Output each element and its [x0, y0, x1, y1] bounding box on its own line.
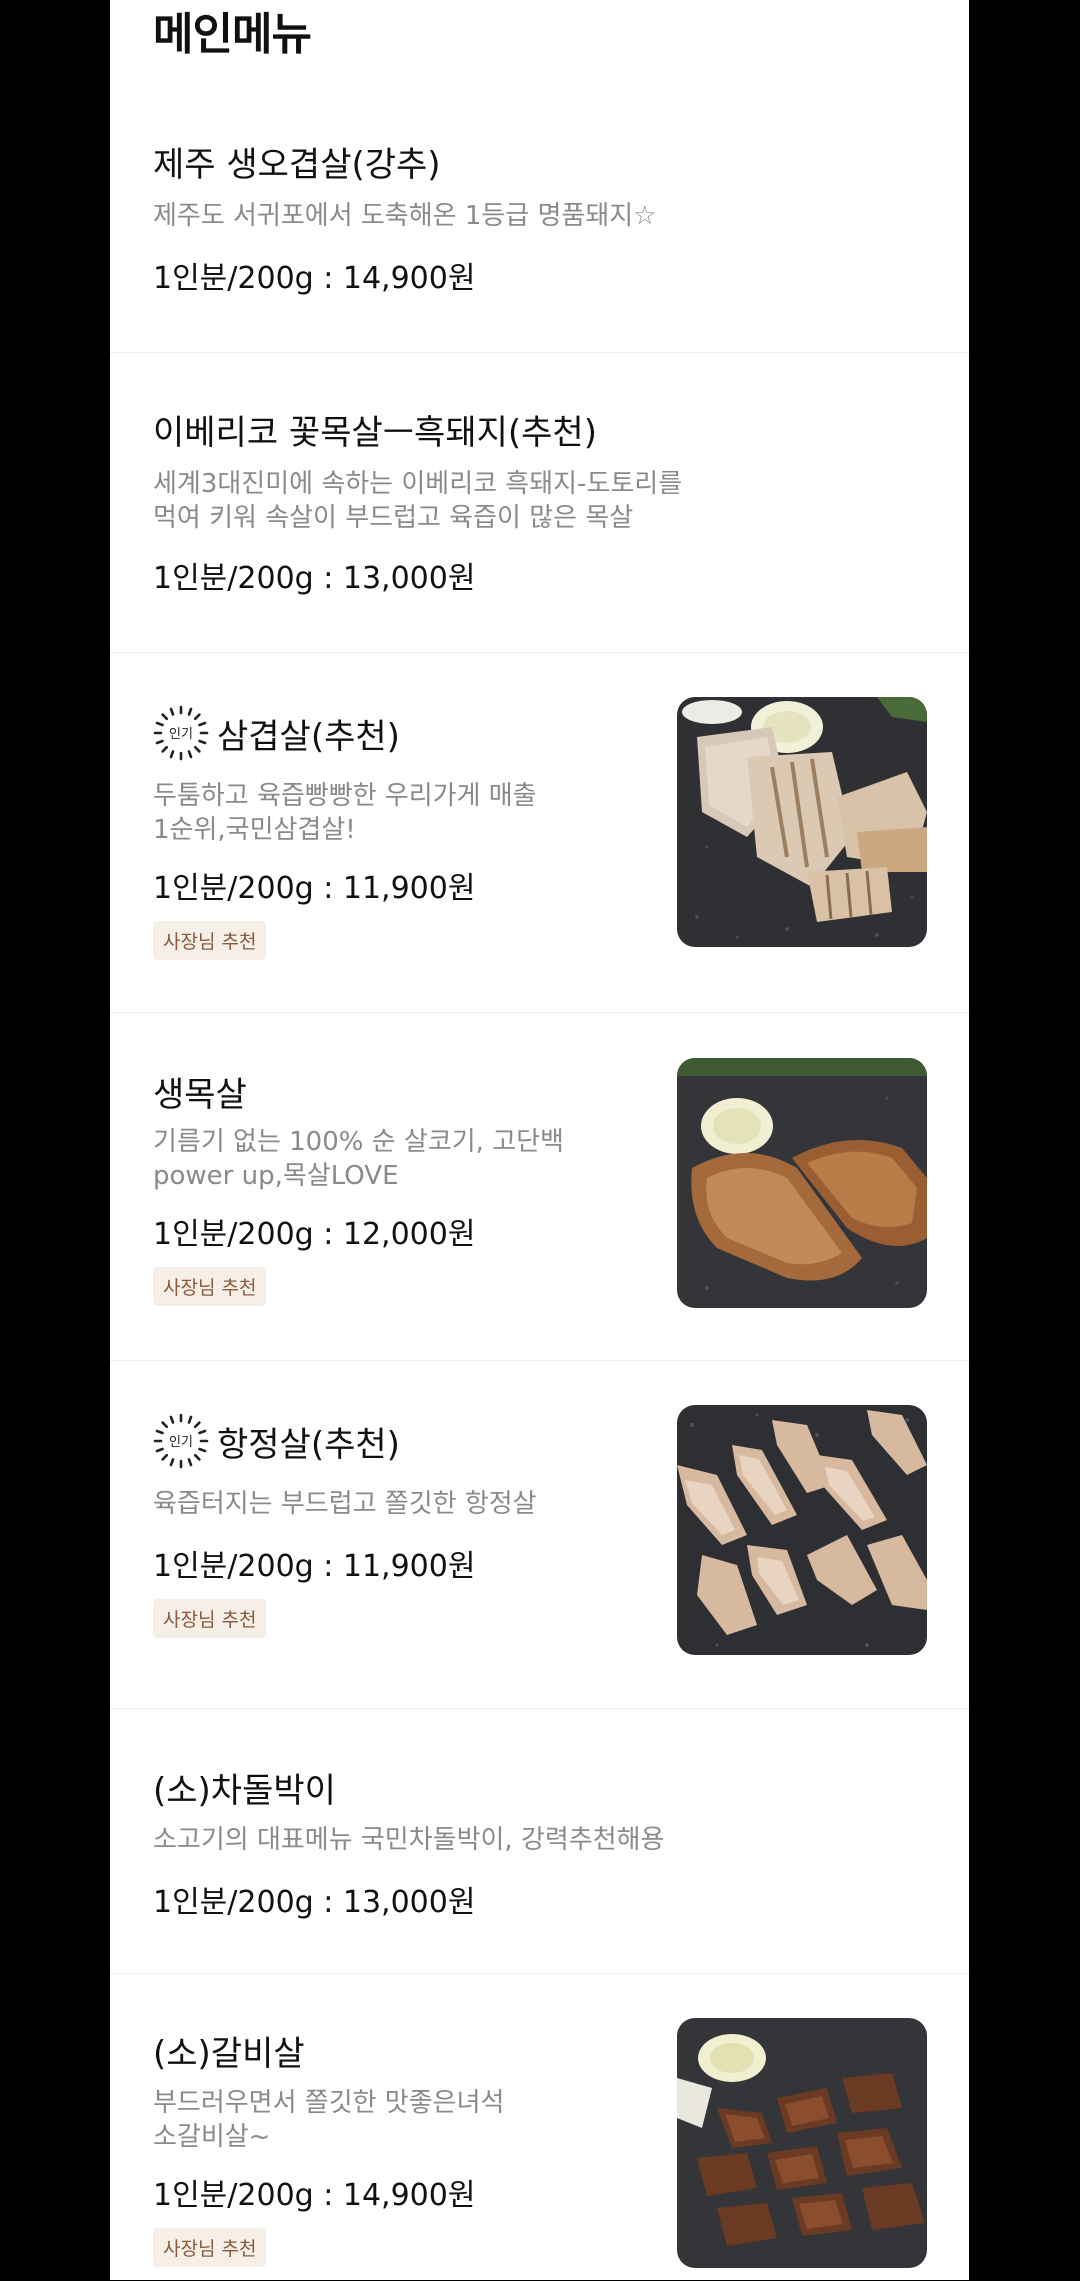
svg-text:인기: 인기: [169, 727, 193, 742]
grilled-beef-rib-image: [677, 2018, 927, 2268]
popular-badge-icon: 인기: [153, 1413, 209, 1469]
section-title: 메인메뉴: [153, 9, 312, 60]
menu-panel: 메인메뉴 제주 생오겹살(강추) 제주도 서귀포에서 도축해온 1등급 명품돼지…: [110, 0, 969, 2280]
menu-item[interactable]: (소)갈비살 부드러우면서 쫄깃한 맛좋은녀석 소갈비살~ 1인분/200g :…: [110, 1973, 969, 2281]
grilled-pork-jowl-image: [677, 1405, 927, 1655]
owner-recommend-badge: 사장님 추천: [153, 921, 267, 960]
owner-recommend-badge: 사장님 추천: [153, 1599, 267, 1638]
menu-item-name: (소)차돌박이: [153, 1771, 336, 1811]
menu-item-price: 1인분/200g : 13,000원: [153, 1885, 476, 1920]
menu-item-image[interactable]: [677, 697, 927, 947]
menu-item-description: 부드러우면서 쫄깃한 맛좋은녀석 소갈비살~: [153, 2088, 505, 2152]
menu-item-description: 세계3대진미에 속하는 이베리코 흑돼지-도토리를 먹여 키워 속살이 부드럽고…: [153, 469, 683, 533]
menu-item-image[interactable]: [677, 1058, 927, 1308]
menu-item-image[interactable]: [677, 1405, 927, 1655]
menu-item-price: 1인분/200g : 11,900원: [153, 1549, 476, 1584]
menu-item-name: 인기 항정살(추천): [153, 1413, 400, 1469]
popular-badge-icon: 인기: [153, 705, 209, 761]
svg-text:인기: 인기: [169, 1435, 193, 1450]
owner-recommend-badge: 사장님 추천: [153, 1267, 267, 1306]
menu-item-description: 제주도 서귀포에서 도축해온 1등급 명품돼지☆: [153, 201, 657, 231]
menu-item-name: 이베리코 꽃목살ㅡ흑돼지(추천): [153, 413, 597, 453]
menu-item-price: 1인분/200g : 12,000원: [153, 1217, 476, 1252]
menu-item[interactable]: 제주 생오겹살(강추) 제주도 서귀포에서 도축해온 1등급 명품돼지☆ 1인분…: [110, 95, 969, 352]
menu-item-description: 육즙터지는 부드럽고 쫄깃한 항정살: [153, 1489, 537, 1519]
menu-item-price: 1인분/200g : 11,900원: [153, 871, 476, 906]
menu-item-name: (소)갈비살: [153, 2034, 305, 2074]
menu-item[interactable]: 생목살 기름기 없는 100% 순 살코기, 고단백 power up,목살LO…: [110, 1012, 969, 1361]
menu-item-name: 인기 삼겹살(추천): [153, 705, 400, 761]
menu-item-description: 기름기 없는 100% 순 살코기, 고단백 power up,목살LOVE: [153, 1127, 564, 1191]
menu-item[interactable]: 이베리코 꽃목살ㅡ흑돼지(추천) 세계3대진미에 속하는 이베리코 흑돼지-도토…: [110, 352, 969, 653]
menu-item-price: 1인분/200g : 14,900원: [153, 2178, 476, 2213]
menu-item-name-text: 삼겹살(추천): [217, 716, 400, 757]
menu-item-price: 1인분/200g : 14,900원: [153, 261, 476, 296]
menu-item[interactable]: 인기 삼겹살(추천) 두툼하고 육즙빵빵한 우리가게 매출 1순위,국민삼겹살!…: [110, 652, 969, 1013]
menu-item-name: 제주 생오겹살(강추): [153, 145, 441, 185]
menu-item[interactable]: (소)차돌박이 소고기의 대표메뉴 국민차돌박이, 강력추천해용 1인분/200…: [110, 1708, 969, 1974]
menu-item-name-text: 항정살(추천): [217, 1424, 400, 1465]
menu-item-price: 1인분/200g : 13,000원: [153, 561, 476, 596]
menu-item-name: 생목살: [153, 1075, 247, 1115]
menu-item-description: 소고기의 대표메뉴 국민차돌박이, 강력추천해용: [153, 1825, 665, 1855]
menu-item[interactable]: 인기 항정살(추천) 육즙터지는 부드럽고 쫄깃한 항정살 1인분/200g :…: [110, 1360, 969, 1709]
grilled-pork-neck-image: [677, 1058, 927, 1308]
menu-item-image[interactable]: [677, 2018, 927, 2268]
grilled-pork-belly-image: [677, 697, 927, 947]
owner-recommend-badge: 사장님 추천: [153, 2228, 267, 2267]
menu-item-description: 두툼하고 육즙빵빵한 우리가게 매출 1순위,국민삼겹살!: [153, 781, 537, 845]
